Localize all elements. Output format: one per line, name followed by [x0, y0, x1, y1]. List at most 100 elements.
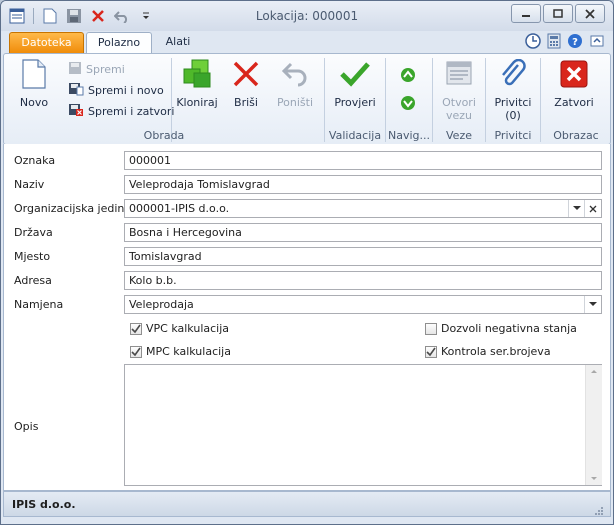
close-red-icon	[558, 58, 590, 90]
group-veze: Otvori vezu Veze	[433, 54, 485, 144]
spremi-i-zatvori-label: Spremi i zatvori	[88, 104, 175, 118]
spremi-i-novo-button[interactable]: Spremi i novo	[68, 80, 164, 100]
calculator-icon[interactable]	[547, 33, 561, 52]
checkmark-icon	[339, 58, 371, 90]
opis-textarea[interactable]	[124, 364, 602, 486]
minimize-button[interactable]	[511, 4, 541, 23]
main-window: Lokacija: 000001 Datoteka Polazno Alati	[0, 0, 614, 525]
brisi-label: Briši	[234, 96, 258, 109]
privitci-group-label: Privitci	[494, 129, 532, 142]
opis-scrollbar[interactable]	[585, 365, 602, 485]
check-icon	[131, 324, 141, 333]
org-jedinica-clear-button[interactable]	[584, 200, 601, 217]
adresa-label: Adresa	[14, 274, 52, 287]
vpc-label: VPC kalkulacija	[146, 322, 230, 335]
novo-label: Novo	[19, 96, 49, 109]
obrazac-group-label: Obrazac	[553, 129, 599, 142]
arrow-down-icon	[400, 95, 416, 114]
oznaka-field[interactable]: 000001	[124, 151, 602, 170]
status-bar: IPIS d.o.o.	[3, 491, 611, 517]
adresa-field[interactable]: Kolo b.b.	[124, 271, 602, 290]
namjena-select[interactable]: Veleprodaja	[124, 295, 602, 314]
opis-label: Opis	[14, 420, 39, 433]
org-jedinica-field[interactable]: 000001-IPIS d.o.o.	[124, 199, 602, 218]
zatvori-label: Zatvori	[554, 96, 594, 109]
negativna-label: Dozvoli negativna stanja	[441, 322, 577, 335]
otvori-vezu-label-1: Otvori	[442, 96, 476, 109]
ponisti-label: Poništi	[276, 96, 314, 109]
drzava-field[interactable]: Bosna i Hercegovina	[124, 223, 602, 242]
vpc-checkbox[interactable]: VPC kalkulacija	[130, 322, 229, 335]
mpc-checkbox[interactable]: MPC kalkulacija	[130, 345, 231, 358]
undo-icon	[279, 58, 311, 90]
link-window-icon	[443, 58, 475, 90]
title-bar: Lokacija: 000001	[1, 1, 613, 31]
mjesto-field[interactable]: Tomislavgrad	[124, 247, 602, 266]
spremi-label: Spremi	[86, 62, 125, 76]
provjeri-button[interactable]: Provjeri	[329, 58, 381, 109]
obrada-group-label: Obrada	[143, 129, 185, 142]
veze-group-label: Veze	[446, 129, 472, 142]
kloniraj-button[interactable]: Kloniraj	[175, 58, 219, 109]
new-document-icon	[18, 58, 50, 90]
chevron-down-icon	[589, 302, 597, 306]
check-icon	[426, 347, 436, 356]
arrow-up-icon	[400, 67, 416, 86]
naziv-field[interactable]: Veleprodaja Tomislavgrad	[124, 175, 602, 194]
tab-alati[interactable]: Alati	[161, 32, 195, 52]
maximize-button[interactable]	[543, 4, 573, 23]
svg-text:?: ?	[572, 37, 578, 48]
tab-datoteka[interactable]: Datoteka	[9, 32, 84, 54]
form-area: Oznaka 000001 Naziv Veleprodaja Tomislav…	[3, 144, 611, 491]
otvori-vezu-label-2: vezu	[445, 109, 473, 122]
ribbon-tabs: Datoteka Polazno Alati ?	[1, 31, 613, 54]
chevron-down-icon	[573, 206, 581, 210]
company-name: IPIS d.o.o.	[12, 498, 76, 511]
group-obrazac: Zatvori Obrazac	[541, 54, 611, 144]
tab-polazno[interactable]: Polazno	[86, 32, 152, 53]
spremi-i-novo-label: Spremi i novo	[88, 83, 164, 97]
save-and-new-icon	[68, 82, 84, 99]
drzava-label: Država	[14, 226, 53, 239]
collapse-ribbon-icon[interactable]	[589, 33, 605, 52]
brisi-button[interactable]: Briši	[226, 58, 266, 109]
navigacija-group-label: Navig...	[387, 129, 430, 142]
checkbox-box	[425, 322, 437, 335]
nav-down-button[interactable]	[400, 94, 416, 114]
clock-icon[interactable]	[525, 33, 541, 52]
otvori-vezu-button[interactable]: Otvori vezu	[435, 58, 483, 122]
save-and-close-icon	[68, 103, 84, 120]
novo-button[interactable]: Novo	[12, 58, 56, 109]
ponisti-button[interactable]: Poništi	[272, 58, 318, 109]
zatvori-button[interactable]: Zatvori	[548, 58, 600, 109]
checkbox-box	[130, 345, 142, 358]
negativna-checkbox[interactable]: Dozvoli negativna stanja	[425, 322, 577, 335]
paperclip-icon	[497, 58, 529, 90]
clone-cubes-icon	[181, 58, 213, 90]
ser-brojeva-label: Kontrola ser.brojeva	[441, 345, 551, 358]
delete-x-icon	[230, 58, 262, 90]
help-icon[interactable]: ?	[567, 33, 583, 52]
spremi-i-zatvori-button[interactable]: Spremi i zatvori	[68, 101, 174, 121]
close-button[interactable]	[575, 4, 605, 23]
kloniraj-label: Kloniraj	[176, 96, 218, 109]
org-jedinica-value: 000001-IPIS d.o.o.	[129, 202, 230, 215]
group-navigacija: Navig...	[386, 54, 432, 144]
org-jedinica-dropdown-button[interactable]	[568, 200, 585, 217]
group-obrada: Novo Spremi Spremi i novo Spremi i zatvo…	[4, 54, 324, 144]
tab-icons: ?	[525, 33, 605, 52]
oznaka-label: Oznaka	[14, 154, 56, 167]
save-disk-icon	[68, 61, 82, 78]
ser-brojeva-checkbox[interactable]: Kontrola ser.brojeva	[425, 345, 551, 358]
naziv-label: Naziv	[14, 178, 45, 191]
namjena-dropdown-button[interactable]	[584, 296, 601, 313]
privitci-count: (0)	[505, 109, 521, 122]
privitci-label-1: Privitci	[494, 96, 532, 109]
spremi-button[interactable]: Spremi	[68, 59, 125, 79]
group-validacija: Provjeri Validacija	[325, 54, 385, 144]
nav-up-button[interactable]	[400, 66, 416, 86]
checkbox-box	[130, 322, 142, 335]
validacija-group-label: Validacija	[328, 129, 382, 142]
privitci-button[interactable]: Privitci (0)	[488, 58, 538, 122]
resize-grip-icon[interactable]	[594, 500, 604, 524]
